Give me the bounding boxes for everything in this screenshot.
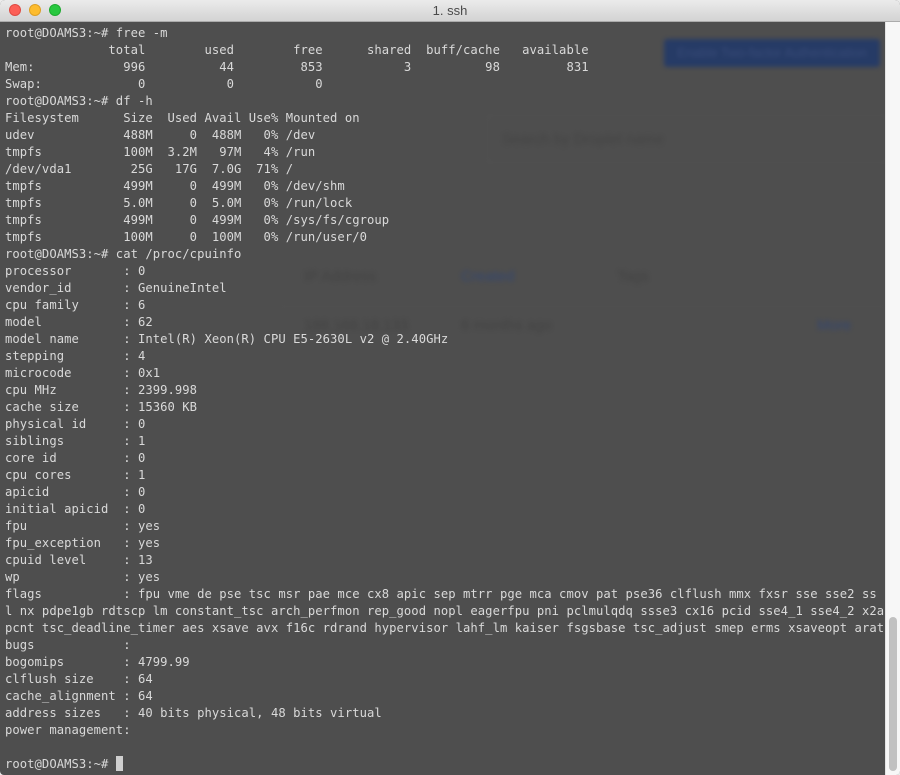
terminal-line: Mem: 996 44 853 3 98 831 xyxy=(5,60,589,74)
terminal-line: l nx pdpe1gb rdtscp lm constant_tsc arch… xyxy=(5,604,900,618)
terminal-line: tmpfs 5.0M 0 5.0M 0% /run/lock xyxy=(5,196,353,210)
terminal-line: physical id : 0 xyxy=(5,417,146,431)
terminal-line: Filesystem Size Used Avail Use% Mounted … xyxy=(5,111,360,125)
terminal-line: udev 488M 0 488M 0% /dev xyxy=(5,128,316,142)
terminal-line: total used free shared buff/cache availa… xyxy=(5,43,589,57)
scrollbar-thumb[interactable] xyxy=(889,617,897,771)
terminal-line: clflush size : 64 xyxy=(5,672,153,686)
terminal-line: model name : Intel(R) Xeon(R) CPU E5-263… xyxy=(5,332,449,346)
terminal-line: cpu cores : 1 xyxy=(5,468,146,482)
title-bar[interactable]: 1. ssh xyxy=(0,0,900,22)
terminal-line: microcode : 0x1 xyxy=(5,366,161,380)
terminal-line: initial apicid : 0 xyxy=(5,502,146,516)
terminal-window: 1. ssh Enable Two-factor Authentication … xyxy=(0,0,900,775)
terminal-line: tmpfs 100M 3.2M 97M 4% /run xyxy=(5,145,316,159)
terminal-line: tmpfs 499M 0 499M 0% /dev/shm xyxy=(5,179,345,193)
terminal-line: vendor_id : GenuineIntel xyxy=(5,281,227,295)
terminal-line: root@DOAMS3:~# cat /proc/cpuinfo xyxy=(5,247,242,261)
text-cursor xyxy=(115,756,123,771)
terminal-line: Swap: 0 0 0 xyxy=(5,77,323,91)
terminal-line: pcnt tsc_deadline_timer aes xsave avx f1… xyxy=(5,621,885,635)
terminal-line: wp : yes xyxy=(5,570,161,584)
terminal-line: flags : fpu vme de pse tsc msr pae mce c… xyxy=(5,587,900,601)
terminal-line: address sizes : 40 bits physical, 48 bit… xyxy=(5,706,382,720)
terminal-line: tmpfs 100M 0 100M 0% /run/user/0 xyxy=(5,230,367,244)
terminal-line: root@DOAMS3:~# df -h xyxy=(5,94,153,108)
window-title: 1. ssh xyxy=(432,3,468,18)
terminal-line: fpu_exception : yes xyxy=(5,536,161,550)
terminal-line: fpu : yes xyxy=(5,519,161,533)
terminal-line: processor : 0 xyxy=(5,264,146,278)
terminal-line: siblings : 1 xyxy=(5,434,146,448)
terminal-line: cpu family : 6 xyxy=(5,298,146,312)
terminal-line: tmpfs 499M 0 499M 0% /sys/fs/cgroup xyxy=(5,213,390,227)
terminal-line: apicid : 0 xyxy=(5,485,146,499)
terminal-line: /dev/vda1 25G 17G 7.0G 71% / xyxy=(5,162,294,176)
terminal-line: cache size : 15360 KB xyxy=(5,400,198,414)
terminal-line: model : 62 xyxy=(5,315,153,329)
shell-prompt: root@DOAMS3:~# xyxy=(5,757,109,771)
terminal-line: bogomips : 4799.99 xyxy=(5,655,190,669)
scrollbar[interactable] xyxy=(885,22,900,775)
terminal-output[interactable]: root@DOAMS3:~# free -m total used free s… xyxy=(5,25,900,775)
terminal-line: cpu MHz : 2399.998 xyxy=(5,383,198,397)
terminal-line: core id : 0 xyxy=(5,451,146,465)
terminal-line: power management: xyxy=(5,723,131,737)
terminal-line: cpuid level : 13 xyxy=(5,553,153,567)
terminal-line: stepping : 4 xyxy=(5,349,146,363)
terminal-line: bugs : xyxy=(5,638,131,652)
terminal-line: cache_alignment : 64 xyxy=(5,689,153,703)
terminal-line: root@DOAMS3:~# free -m xyxy=(5,26,168,40)
prompt-line[interactable]: root@DOAMS3:~# xyxy=(5,756,885,773)
